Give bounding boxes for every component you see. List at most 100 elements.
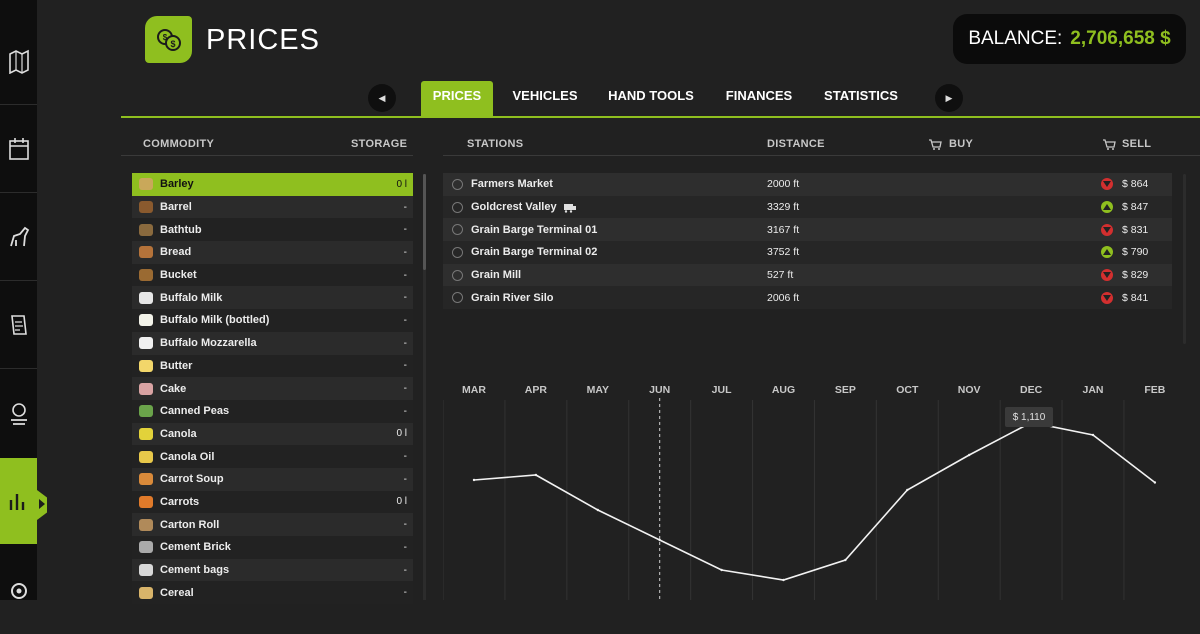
- sidebar-item-contracts[interactable]: [0, 282, 37, 368]
- commodity-icon: [139, 427, 153, 440]
- commodity-icon: [139, 314, 153, 327]
- sidebar-item-animals[interactable]: [0, 194, 37, 280]
- column-storage[interactable]: STORAGE: [351, 138, 407, 150]
- commodity-row[interactable]: Canned Peas -: [132, 399, 413, 423]
- commodity-name: Cement bags: [160, 564, 230, 577]
- commodity-name: Barrel: [160, 201, 192, 214]
- svg-text:$: $: [170, 39, 175, 49]
- tab-finances[interactable]: FINANCES: [718, 81, 800, 117]
- commodity-row[interactable]: Carrot Soup -: [132, 467, 413, 491]
- commodity-row[interactable]: Buffalo Milk (bottled) -: [132, 309, 413, 332]
- commodity-row[interactable]: Carton Roll -: [132, 513, 413, 536]
- commodity-name: Carrot Soup: [160, 473, 224, 486]
- column-sell[interactable]: SELL: [1122, 138, 1151, 150]
- commodity-storage: 0 l: [396, 178, 407, 190]
- commodity-row[interactable]: Barley 0 l: [132, 173, 413, 196]
- station-row[interactable]: Farmers Market 2000 ft $ 864: [443, 173, 1172, 196]
- station-name: Grain Barge Terminal 01: [471, 223, 598, 236]
- trend-down-icon: [1101, 269, 1113, 282]
- commodity-storage: -: [403, 314, 407, 326]
- station-sell-price: $ 831: [1122, 223, 1149, 236]
- commodity-icon: [139, 223, 153, 236]
- commodity-icon: [139, 518, 153, 531]
- tab-hand-tools[interactable]: HAND TOOLS: [603, 81, 699, 117]
- station-row[interactable]: Grain Mill 527 ft $ 829: [443, 263, 1172, 287]
- tab-prev-button[interactable]: ◀: [368, 84, 396, 112]
- station-sell-price: $ 841: [1122, 291, 1149, 304]
- station-location-icon[interactable]: [452, 269, 463, 281]
- station-location-icon[interactable]: [452, 201, 463, 213]
- tab-prices[interactable]: PRICES: [421, 81, 493, 117]
- page-title: PRICES: [206, 24, 320, 56]
- commodity-row[interactable]: Cement bags -: [132, 558, 413, 582]
- station-name: Farmers Market: [471, 178, 553, 191]
- commodity-name: Canola: [160, 427, 197, 440]
- trend-down-icon: [1101, 223, 1113, 236]
- station-row[interactable]: Grain Barge Terminal 02 3752 ft $ 790: [443, 241, 1172, 264]
- sidebar-item-calendar[interactable]: [0, 106, 37, 192]
- price-point: [658, 538, 661, 542]
- commodity-storage: 0 l: [396, 428, 407, 440]
- sidebar-item-production[interactable]: [0, 370, 37, 456]
- map-icon: [8, 49, 29, 74]
- column-buy[interactable]: BUY: [949, 138, 973, 150]
- station-row[interactable]: Grain Barge Terminal 01 3167 ft $ 831: [443, 218, 1172, 242]
- commodity-row[interactable]: Butter -: [132, 354, 413, 378]
- commodity-name: Bathtub: [160, 223, 202, 236]
- station-distance: 2000 ft: [767, 178, 800, 191]
- commodity-storage: -: [403, 383, 407, 395]
- commodity-storage: -: [403, 473, 407, 485]
- commodity-row[interactable]: Bucket -: [132, 263, 413, 287]
- commodity-scrollbar-thumb[interactable]: [423, 174, 426, 270]
- price-point: [1091, 433, 1095, 437]
- commodity-icon: [139, 586, 153, 599]
- commodity-row[interactable]: Canola Oil -: [132, 445, 413, 468]
- column-distance[interactable]: DISTANCE: [767, 138, 825, 150]
- trend-up-icon: [1101, 246, 1113, 259]
- column-commodity[interactable]: COMMODITY: [143, 138, 214, 150]
- commodity-row[interactable]: Barrel -: [132, 195, 413, 219]
- station-location-icon[interactable]: [452, 246, 463, 258]
- commodity-icon: [139, 246, 153, 259]
- price-history-chart: [443, 398, 1157, 600]
- station-row[interactable]: Goldcrest Valley 3329 ft $ 847: [443, 195, 1172, 219]
- commodity-row[interactable]: Cement Brick -: [132, 536, 413, 559]
- sidebar-item-prices[interactable]: [0, 458, 37, 544]
- tab-vehicles[interactable]: VEHICLES: [506, 81, 584, 117]
- station-sell-price: $ 829: [1122, 269, 1149, 282]
- commodity-row[interactable]: Carrots 0 l: [132, 490, 413, 514]
- station-location-icon[interactable]: [452, 292, 463, 304]
- commodity-name: Canola Oil: [160, 450, 215, 463]
- station-scrollbar-track[interactable]: [1183, 174, 1186, 344]
- prices-logo-icon: $ $: [145, 16, 192, 63]
- commodity-name: Barley: [160, 178, 194, 191]
- commodity-row[interactable]: Buffalo Mozzarella -: [132, 331, 413, 355]
- column-stations[interactable]: STATIONS: [467, 138, 523, 150]
- commodity-storage: -: [403, 541, 407, 553]
- station-name: Grain Barge Terminal 02: [471, 246, 598, 259]
- commodity-row[interactable]: Bathtub -: [132, 218, 413, 242]
- sidebar-item-settings[interactable]: [0, 548, 37, 634]
- commodity-row[interactable]: Buffalo Milk -: [132, 286, 413, 310]
- station-row[interactable]: Grain River Silo 2006 ft $ 841: [443, 286, 1172, 310]
- commodity-row[interactable]: Canola 0 l: [132, 422, 413, 446]
- commodity-icon: [139, 382, 153, 395]
- price-point: [906, 488, 909, 492]
- station-sell-price: $ 847: [1122, 201, 1149, 214]
- commodity-row[interactable]: Cereal -: [132, 581, 413, 605]
- commodity-row[interactable]: Bread -: [132, 241, 413, 264]
- tab-next-button[interactable]: ▶: [935, 84, 963, 112]
- sidebar-item-map[interactable]: [0, 18, 37, 104]
- commodity-storage: -: [403, 292, 407, 304]
- commodity-storage: -: [403, 224, 407, 236]
- station-distance: 527 ft: [767, 269, 794, 282]
- station-location-icon[interactable]: [452, 178, 463, 190]
- commodity-icon: [139, 541, 153, 554]
- station-location-icon[interactable]: [452, 224, 463, 236]
- commodity-storage: -: [403, 587, 407, 599]
- tab-statistics[interactable]: STATISTICS: [818, 81, 904, 117]
- commodity-storage: -: [403, 564, 407, 576]
- commodity-name: Canned Peas: [160, 405, 230, 418]
- commodity-row[interactable]: Cake -: [132, 377, 413, 400]
- sidebar-divider: [0, 368, 37, 369]
